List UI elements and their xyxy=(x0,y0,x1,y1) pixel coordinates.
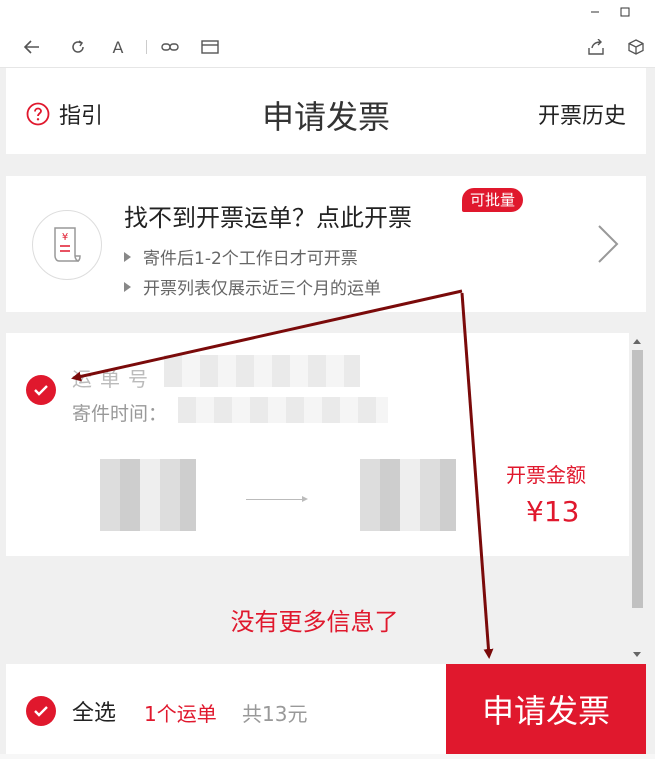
share-icon[interactable] xyxy=(584,35,608,59)
waybill-card[interactable]: 运单号 寄件时间： 开票金额 ¥13 xyxy=(6,333,629,556)
refresh-icon[interactable] xyxy=(66,35,90,59)
bullet-triangle-icon xyxy=(124,251,131,262)
bottom-edge xyxy=(0,754,655,759)
route-arrow-icon xyxy=(246,496,308,502)
page-header: 指引 申请发票 开票历史 xyxy=(6,68,646,154)
footer-bar: 全选 1个运单 共13元 申请发票 xyxy=(6,664,646,754)
checkmark-icon xyxy=(34,385,48,396)
minimize-icon[interactable] xyxy=(584,1,606,23)
maximize-icon[interactable] xyxy=(614,1,636,23)
browser-toolbar: A xyxy=(0,26,655,68)
batch-badge: 可批量 xyxy=(462,188,524,212)
receipt-icon: ¥ xyxy=(32,210,102,280)
scroll-down-icon[interactable] xyxy=(633,652,641,657)
waybill-number-label: 运单号 xyxy=(72,367,156,391)
window-title-bar xyxy=(0,0,655,26)
font-icon-glyph: A xyxy=(112,37,124,57)
cube-icon[interactable] xyxy=(624,35,648,59)
back-arrow-icon[interactable] xyxy=(20,35,44,59)
scroll-up-icon[interactable] xyxy=(633,339,641,344)
select-all-checkbox[interactable] xyxy=(26,696,56,726)
invoice-history-link[interactable]: 开票历史 xyxy=(538,98,626,130)
chevron-right-icon xyxy=(596,224,620,268)
select-all-toggle[interactable]: 全选 xyxy=(26,695,116,727)
select-all-label: 全选 xyxy=(72,701,117,726)
selected-total: 共13元 xyxy=(242,702,308,726)
invoice-amount-value: ¥13 xyxy=(526,495,580,528)
banner-title: 找不到开票运单？点此开票 xyxy=(124,204,412,232)
link-icon[interactable] xyxy=(158,35,182,59)
banner-note: 寄件后1-2个工作日才可开票 xyxy=(124,244,358,269)
missing-waybill-banner[interactable]: ¥ 找不到开票运单？点此开票 可批量 寄件后1-2个工作日才可开票 开票列表仅展… xyxy=(6,176,646,312)
app-root: A 指引 申请发票 开票历史 ¥ 找不到开票运单？点此开票 可批量 寄件后1-2… xyxy=(0,0,655,759)
scrollbar[interactable] xyxy=(629,333,646,663)
toolbar-divider xyxy=(146,40,147,54)
checkmark-icon xyxy=(34,706,48,717)
origin-city-redacted xyxy=(100,459,196,531)
svg-text:¥: ¥ xyxy=(62,232,68,243)
banner-note: 开票列表仅展示近三个月的运单 xyxy=(124,274,381,299)
banner-note-text: 寄件后1-2个工作日才可开票 xyxy=(143,249,358,269)
apply-invoice-button[interactable]: 申请发票 xyxy=(446,664,646,754)
reader-icon[interactable] xyxy=(198,35,222,59)
invoice-amount-label: 开票金额 xyxy=(506,463,586,487)
no-more-info-text: 没有更多信息了 xyxy=(230,608,399,636)
bullet-triangle-icon xyxy=(124,281,131,292)
banner-note-text: 开票列表仅展示近三个月的运单 xyxy=(143,279,381,299)
send-time-label: 寄件时间： xyxy=(72,403,168,425)
font-icon[interactable]: A xyxy=(106,35,130,59)
waybill-number-redacted xyxy=(164,355,360,387)
destination-city-redacted xyxy=(360,459,456,531)
send-time-redacted xyxy=(178,397,388,423)
scrollbar-thumb[interactable] xyxy=(632,350,643,608)
waybill-checkbox[interactable] xyxy=(26,375,56,405)
selected-count: 1个运单 xyxy=(144,702,217,726)
